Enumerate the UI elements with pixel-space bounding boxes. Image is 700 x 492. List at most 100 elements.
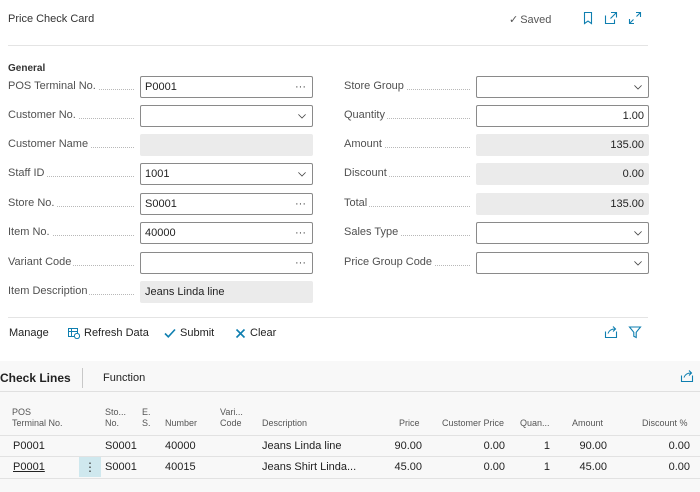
field-value: Jeans Linda line [145,286,225,298]
cell-customer-price[interactable]: 0.00 [455,461,505,473]
chevron-down-icon[interactable] [298,112,306,120]
staff-id-select[interactable]: 1001 [140,163,313,185]
share-icon[interactable] [604,325,618,342]
chevron-down-icon[interactable] [298,170,306,178]
filter-icon[interactable] [628,325,642,342]
column-header-es[interactable]: E. S. [142,407,151,429]
column-header-amount[interactable]: Amount [572,418,603,429]
field-label: Store Group [344,80,406,92]
field-label: Discount [344,167,389,179]
column-header-store-no[interactable]: Sto... No. [105,407,126,429]
row-divider [0,435,700,436]
action-bar-divider [8,317,648,318]
column-header-quantity[interactable]: Quan... [520,418,550,429]
discount-field: 0.00 [476,163,649,185]
submit-button[interactable]: Submit [164,327,214,339]
lookup-ellipsis-icon[interactable]: ··· [295,253,306,273]
saved-label: Saved [520,14,552,26]
page-title: Price Check Card [8,13,95,25]
cell-number[interactable]: 40000 [165,440,196,452]
column-header-description[interactable]: Description [262,418,307,429]
manage-button[interactable]: Manage [9,327,49,339]
item-description-field: Jeans Linda line [140,281,313,303]
field-value: 1.00 [622,110,644,122]
field-label: Item No. [8,226,52,238]
header-line: Terminal No. [12,418,63,428]
cell-discount[interactable]: 0.00 [640,440,690,452]
clear-button[interactable]: Clear [235,327,276,339]
check-lines-title[interactable]: Check Lines [0,371,71,385]
cell-discount[interactable]: 0.00 [640,461,690,473]
store-group-select[interactable] [476,76,649,98]
header-line: Code [220,418,242,428]
field-label: Customer No. [8,109,78,121]
check-icon: ✓ [509,14,519,26]
chevron-down-icon[interactable] [634,259,642,267]
item-no-input[interactable]: 40000 ··· [140,222,313,244]
field-value: P0001 [145,81,177,93]
column-header-price[interactable]: Price [399,418,420,429]
lookup-ellipsis-icon[interactable]: ··· [295,223,306,243]
quantity-input[interactable]: 1.00 [476,105,649,127]
column-header-variant-code[interactable]: Vari... Code [220,407,243,429]
lookup-ellipsis-icon[interactable]: ··· [295,77,306,97]
price-group-code-select[interactable] [476,252,649,274]
chevron-down-icon[interactable] [634,83,642,91]
header-line: Vari... [220,407,243,417]
function-menu[interactable]: Function [103,372,145,384]
customer-name-field [140,134,313,156]
row-divider [0,478,700,479]
field-label: Sales Type [344,226,401,238]
refresh-data-button[interactable]: Refresh Data [68,327,149,340]
field-value: S0001 [145,198,177,210]
sales-type-select[interactable] [476,222,649,244]
field-label: Store No. [8,197,57,209]
header-divider [8,45,648,46]
cell-quantity[interactable]: 1 [520,440,550,452]
field-label: Customer Name [8,138,91,150]
store-no-input[interactable]: S0001 ··· [140,193,313,215]
chevron-down-icon[interactable] [634,229,642,237]
cell-description[interactable]: Jeans Linda line [262,440,342,452]
header-line: No. [105,418,120,428]
amount-field: 135.00 [476,134,649,156]
column-header-customer-price[interactable]: Customer Price [442,418,504,429]
field-value: 0.00 [622,168,644,180]
lines-header-divider [82,368,83,388]
cell-price[interactable]: 45.00 [372,461,422,473]
variant-code-input[interactable]: ··· [140,252,313,274]
cell-store[interactable]: S0001 [105,461,137,473]
expand-icon[interactable] [628,11,642,25]
cell-amount[interactable]: 90.00 [557,440,607,452]
bookmark-icon[interactable] [581,11,595,25]
header-line: POS [12,407,32,417]
card-header: Price Check Card ✓ Saved [0,0,700,40]
row-actions-menu-icon[interactable]: ⋮ [79,457,101,477]
header-line: Sto... [105,407,127,417]
refresh-data-label: Refresh Data [84,327,149,339]
share-icon[interactable] [680,369,694,383]
cell-quantity[interactable]: 1 [520,461,550,473]
cell-customer-price[interactable]: 0.00 [455,440,505,452]
clear-label: Clear [250,327,277,339]
column-header-pos-terminal-no[interactable]: POS Terminal No. [12,407,63,429]
cell-price[interactable]: 90.00 [372,440,422,452]
column-header-number[interactable]: Number [165,418,197,429]
section-title-general: General [8,63,46,74]
cell-terminal-link[interactable]: P0001 [13,461,45,473]
header-line: S. [142,418,151,428]
cell-store[interactable]: S0001 [105,440,137,452]
lookup-ellipsis-icon[interactable]: ··· [295,194,306,214]
pos-terminal-no-input[interactable]: P0001 ··· [140,76,313,98]
cell-terminal[interactable]: P0001 [13,440,45,452]
cell-amount[interactable]: 45.00 [557,461,607,473]
cell-number[interactable]: 40015 [165,461,196,473]
field-label: Staff ID [8,167,47,179]
total-field: 135.00 [476,193,649,215]
customer-no-select[interactable] [140,105,313,127]
field-value: 135.00 [610,198,644,210]
row-divider [0,456,700,457]
open-new-window-icon[interactable] [604,11,618,25]
cell-description[interactable]: Jeans Shirt Linda... [262,461,356,473]
column-header-discount-pct[interactable]: Discount % [642,418,688,429]
